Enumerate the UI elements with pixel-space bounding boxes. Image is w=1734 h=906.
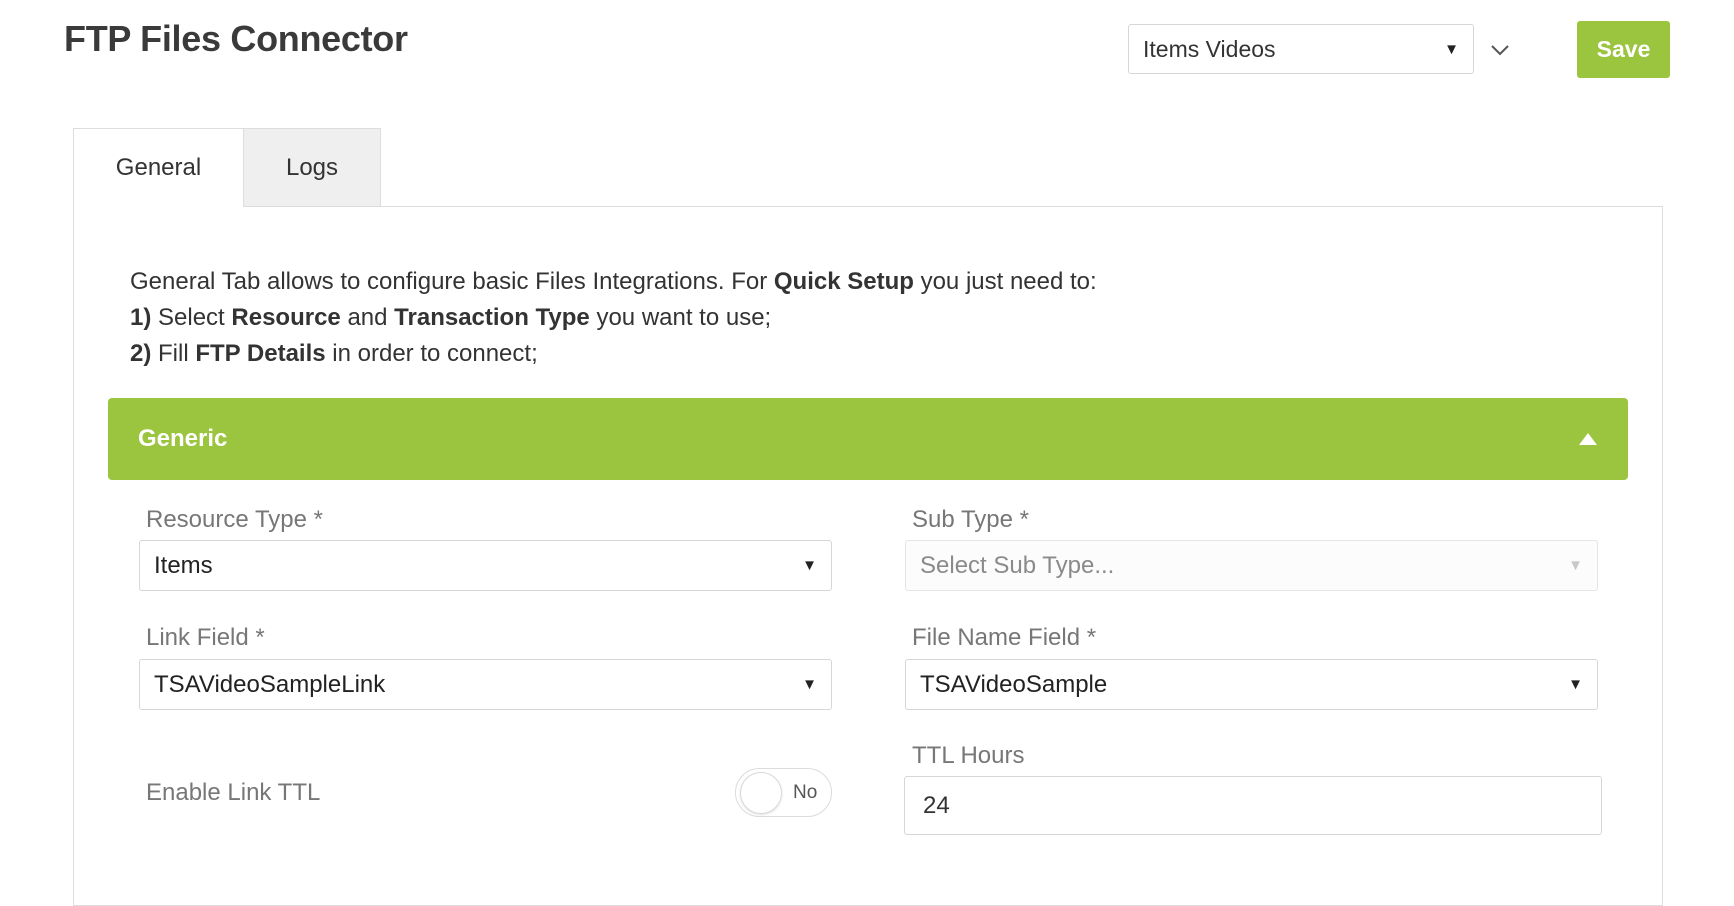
link-field-label: Link Field * [146,624,265,651]
intro-text-segment: Select [151,304,232,331]
intro-text-segment: and [340,304,395,331]
intro-text-segment: you want to use; [589,304,772,331]
enable-link-ttl-toggle[interactable]: No [735,768,832,817]
intro-bold-segment: Resource [231,304,341,331]
caret-down-icon: ▼ [802,557,817,574]
ttl-hours-label: TTL Hours [912,742,1025,769]
intro-line-2: 1) Select Resource and Transaction Type … [130,300,1097,336]
intro-bold-segment: Quick Setup [773,268,914,295]
caret-down-icon: ▼ [1568,557,1583,574]
link-field-select[interactable]: TSAVideoSampleLink ▼ [139,659,832,710]
resource-type-value: Items [154,551,213,579]
page-title: FTP Files Connector [64,18,408,59]
intro-text-segment: in order to connect; [325,340,538,367]
file-name-field-select[interactable]: TSAVideoSample ▼ [905,659,1598,710]
file-name-field-value: TSAVideoSample [920,670,1108,698]
intro-text-segment: General Tab allows to configure basic Fi… [130,268,774,295]
chevron-down-icon[interactable] [1486,36,1514,64]
step-number: 1) [130,304,152,331]
intro-line-1: General Tab allows to configure basic Fi… [130,264,1097,300]
intro-text-segment: you just need to: [913,268,1097,295]
ttl-hours-input[interactable] [904,776,1602,835]
caret-down-icon: ▼ [802,676,817,693]
sub-type-placeholder: Select Sub Type... [920,551,1115,579]
sub-type-label: Sub Type * [912,506,1029,533]
intro-text: General Tab allows to configure basic Fi… [130,264,1097,372]
caret-down-icon: ▼ [1568,676,1583,693]
save-button[interactable]: Save [1577,21,1670,78]
sub-type-select[interactable]: Select Sub Type... ▼ [905,540,1598,591]
intro-bold-segment: FTP Details [195,340,326,367]
step-number: 2) [130,340,152,367]
file-name-field-label: File Name Field * [912,624,1097,651]
tab-general[interactable]: General [73,128,244,207]
resource-type-label: Resource Type * [146,506,323,533]
tab-logs[interactable]: Logs [243,128,381,207]
toggle-state-label: No [793,782,818,803]
section-title: Generic [138,425,228,452]
configuration-select[interactable]: Items Videos ▼ [1128,24,1474,74]
configuration-select-value: Items Videos [1143,35,1276,62]
toggle-knob [740,772,782,814]
intro-text-segment: Fill [151,340,196,367]
resource-type-select[interactable]: Items ▼ [139,540,832,591]
enable-link-ttl-label: Enable Link TTL [146,779,321,806]
link-field-value: TSAVideoSampleLink [154,670,386,698]
intro-line-3: 2) Fill FTP Details in order to connect; [130,336,1097,372]
collapse-up-icon[interactable] [1578,425,1598,453]
intro-bold-segment: Transaction Type [394,304,590,331]
generic-section-header[interactable]: Generic [108,398,1628,480]
caret-down-icon: ▼ [1444,40,1459,58]
